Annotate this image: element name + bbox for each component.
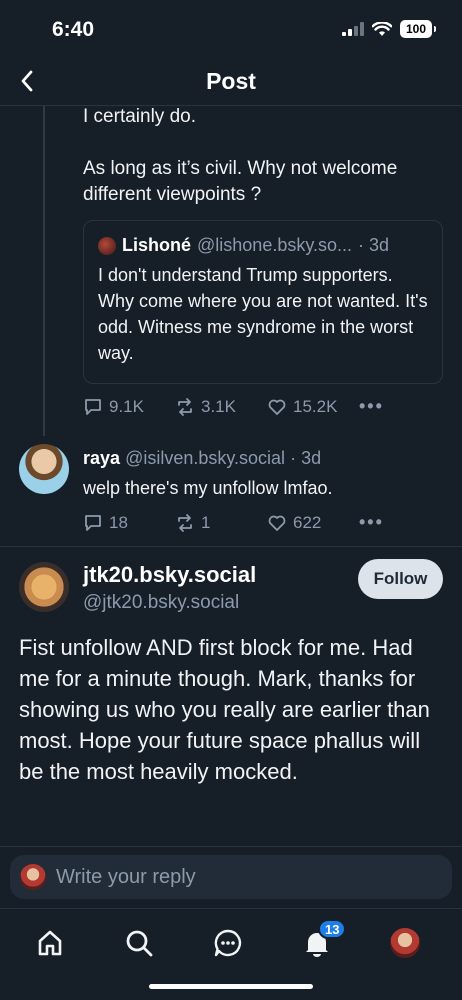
like-count: 622 xyxy=(293,512,322,532)
reply-input[interactable]: Write your reply xyxy=(10,855,452,899)
divider xyxy=(0,546,462,547)
reply-post-actions: 18 1 622 ••• xyxy=(83,512,384,533)
quote-time: · 3d xyxy=(358,235,390,255)
author-display-name[interactable]: jtk20.bsky.social xyxy=(83,562,256,588)
quote-header: Lishoné @lishone.bsky.so... · 3d xyxy=(98,235,428,256)
avatar xyxy=(20,864,46,890)
reply-post-text: welp there's my unfollow lmfao. xyxy=(83,478,333,498)
reply-post-header: raya @isilven.bsky.social · 3d xyxy=(83,448,321,469)
avatar[interactable] xyxy=(19,444,69,494)
avatar xyxy=(390,928,420,958)
repost-icon xyxy=(178,397,192,416)
avatar[interactable] xyxy=(19,562,69,612)
repost-count: 3.1K xyxy=(201,396,236,416)
like-action[interactable]: 15.2K xyxy=(267,397,359,417)
tab-chat[interactable] xyxy=(208,923,248,963)
reply-author-name: raya xyxy=(83,448,121,468)
thread-line xyxy=(43,106,45,436)
quote-author-name: Lishoné xyxy=(122,235,192,255)
reply-count: 9.1K xyxy=(109,396,144,416)
author-handle[interactable]: @jtk20.bsky.social xyxy=(83,592,239,614)
status-bar: 6:40 100 xyxy=(0,0,462,60)
battery-icon: 100 xyxy=(400,20,436,38)
tab-profile[interactable] xyxy=(385,923,425,963)
tab-search[interactable] xyxy=(119,923,159,963)
page-title: Post xyxy=(206,68,256,94)
like-action[interactable]: 622 xyxy=(267,513,359,533)
chat-icon xyxy=(214,929,242,957)
comment-icon xyxy=(85,514,101,531)
wifi-icon xyxy=(372,21,392,36)
quote-avatar xyxy=(98,236,116,255)
parent-post-text-line1: I certainly do. xyxy=(83,106,196,127)
reply-action[interactable]: 9.1K xyxy=(83,397,175,417)
parent-post-actions: 9.1K 3.1K 15.2K ••• xyxy=(83,396,384,417)
quote-author-handle: @lishone.bsky.so... xyxy=(197,235,353,255)
home-indicator xyxy=(149,984,313,989)
reply-author-handle: @isilven.bsky.social xyxy=(125,448,286,468)
home-icon xyxy=(38,930,62,956)
follow-button[interactable]: Follow xyxy=(358,559,443,599)
heart-icon xyxy=(268,515,286,531)
status-time: 6:40 xyxy=(52,18,95,41)
parent-post-text-line2: As long as it’s civil. Why not welcome d… xyxy=(83,158,398,205)
repost-count: 1 xyxy=(201,512,211,532)
repost-action[interactable]: 3.1K xyxy=(175,397,267,417)
signal-icon xyxy=(342,22,364,36)
reply-composer-bar: Write your reply xyxy=(0,846,462,908)
quote-card[interactable]: Lishoné @lishone.bsky.so... · 3d I don't… xyxy=(83,220,443,384)
more-options-icon[interactable]: ••• xyxy=(359,512,384,533)
more-options-icon[interactable]: ••• xyxy=(359,396,384,417)
notifications-badge: 13 xyxy=(318,919,347,939)
reply-time: · 3d xyxy=(290,448,322,468)
heart-icon xyxy=(268,399,286,415)
main-post-text: Fist unfollow AND first block for me. Ha… xyxy=(19,635,430,784)
repost-icon xyxy=(178,513,192,532)
repost-action[interactable]: 1 xyxy=(175,513,267,533)
quote-text: I don't understand Trump supporters. Why… xyxy=(98,265,428,363)
reply-placeholder: Write your reply xyxy=(56,865,196,888)
status-icons: 100 xyxy=(342,20,436,38)
comment-icon xyxy=(85,398,101,415)
search-icon xyxy=(126,930,153,957)
reply-count: 18 xyxy=(109,512,128,532)
reply-action[interactable]: 18 xyxy=(83,513,175,533)
tab-home[interactable] xyxy=(30,923,70,963)
like-count: 15.2K xyxy=(293,396,338,416)
header: Post xyxy=(0,60,462,106)
